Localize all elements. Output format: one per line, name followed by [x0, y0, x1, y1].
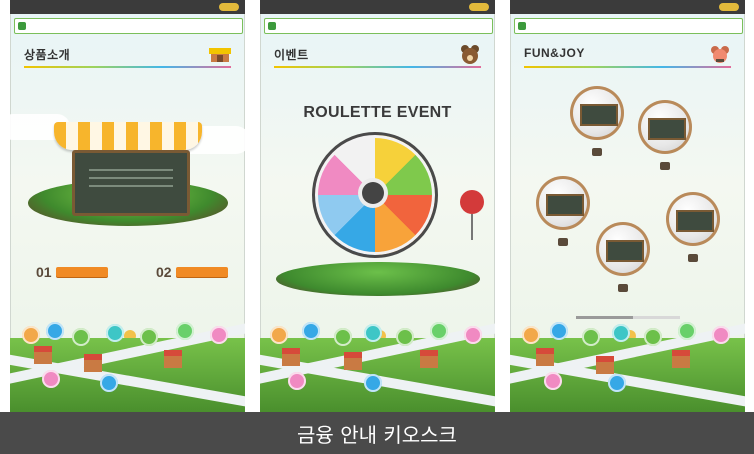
roulette-wheel[interactable]: [312, 132, 438, 258]
page-titlebar: 상품소개: [24, 46, 231, 68]
page-title: FUN&JOY: [524, 46, 585, 60]
screen-product-intro: 상품소개 01 02: [10, 0, 245, 412]
title-underline: [24, 66, 231, 68]
spin-button[interactable]: [460, 190, 484, 214]
page-title: 이벤트: [274, 48, 309, 62]
site-favicon-icon: [518, 22, 526, 30]
town-map: [510, 321, 745, 412]
product-pill-02: [175, 267, 228, 277]
title-underline: [524, 66, 731, 68]
town-map: [10, 321, 245, 412]
product-number-01: 01: [36, 264, 52, 280]
event-ground: [276, 262, 480, 296]
page-progress-fill: [576, 316, 634, 319]
balloon-menu-2[interactable]: [638, 100, 692, 170]
address-bar[interactable]: [514, 18, 743, 34]
balloon-menu-4[interactable]: [666, 192, 720, 262]
status-bar: [510, 0, 745, 14]
store-icon: [209, 48, 231, 62]
site-favicon-icon: [18, 22, 26, 30]
status-bar: [10, 0, 245, 14]
product-pill-01: [55, 267, 108, 277]
brand-badge-icon: [719, 3, 739, 11]
product-button-02[interactable]: 02: [156, 264, 228, 280]
site-favicon-icon: [268, 22, 276, 30]
bear-icon: [461, 45, 479, 64]
page-progress: [576, 316, 680, 319]
brand-badge-icon: [219, 3, 239, 11]
address-bar[interactable]: [14, 18, 243, 34]
page-title: 상품소개: [24, 48, 71, 62]
page-titlebar: FUN&JOY: [524, 46, 731, 68]
bear-icon: [711, 46, 729, 63]
event-title: ROULETTE EVENT: [303, 104, 452, 121]
title-underline: [274, 66, 481, 68]
address-bar[interactable]: [264, 18, 493, 34]
balloon-menu-3[interactable]: [536, 176, 590, 246]
product-number-02: 02: [156, 264, 172, 280]
caption-text: 금융 안내 키오스크: [297, 422, 457, 447]
balloon-menu-1[interactable]: [570, 86, 624, 156]
balloon-menu-5[interactable]: [596, 222, 650, 292]
store-awning: [54, 122, 202, 150]
roulette-center: [362, 182, 384, 204]
brand-badge-icon: [469, 3, 489, 11]
spin-stick: [471, 214, 473, 240]
caption-bar: 금융 안내 키오스크: [0, 412, 754, 454]
page-titlebar: 이벤트: [274, 45, 481, 68]
screen-event: 이벤트 ROULETTE EVENT: [260, 0, 495, 412]
product-button-01[interactable]: 01: [36, 264, 108, 280]
store-chalkboard: [72, 150, 190, 216]
screen-fun-joy: FUN&JOY: [510, 0, 745, 412]
town-map: [260, 321, 495, 412]
status-bar: [260, 0, 495, 14]
